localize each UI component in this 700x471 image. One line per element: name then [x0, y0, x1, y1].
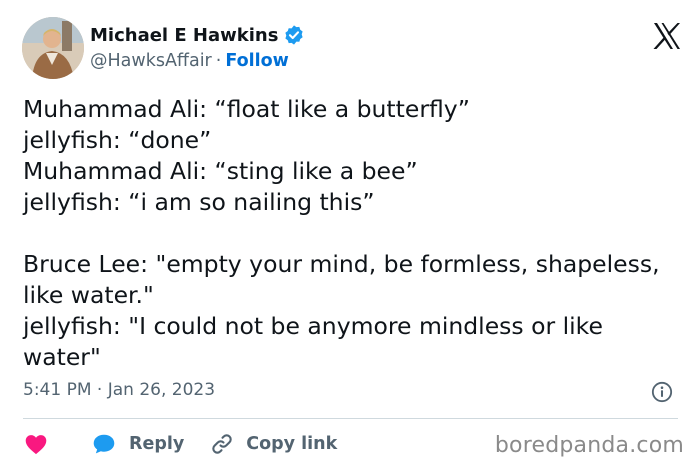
verified-badge-icon — [285, 25, 304, 45]
tweet-header: Michael E Hawkins @HawksAffair · Follow — [22, 17, 682, 81]
copy-link-button[interactable]: Copy link — [210, 432, 337, 456]
speech-bubble-icon — [93, 434, 115, 454]
avatar-photo — [22, 17, 84, 79]
action-bar: Reply Copy link — [23, 429, 337, 459]
handle-row: @HawksAffair · Follow — [90, 51, 289, 71]
watermark: boredpanda.com — [494, 433, 684, 458]
reply-label: Reply — [129, 434, 185, 454]
x-logo-icon[interactable] — [652, 22, 682, 50]
heart-icon — [25, 435, 47, 455]
reply-button[interactable]: Reply — [91, 431, 184, 457]
info-icon[interactable] — [651, 381, 673, 403]
follow-button[interactable]: Follow — [225, 51, 288, 71]
author-name[interactable]: Michael E Hawkins — [90, 25, 278, 46]
like-button[interactable] — [23, 431, 49, 457]
handle-separator: · — [215, 51, 222, 71]
divider — [23, 418, 678, 419]
avatar[interactable] — [22, 17, 84, 79]
author-handle[interactable]: @HawksAffair — [90, 51, 212, 71]
copy-link-label: Copy link — [246, 434, 338, 454]
name-row: Michael E Hawkins — [90, 24, 305, 46]
link-icon — [212, 434, 232, 454]
tweet-text: Muhammad Ali: “float like a butterfly” j… — [23, 95, 660, 371]
tweet-timestamp[interactable]: 5:41 PM · Jan 26, 2023 — [23, 380, 215, 400]
